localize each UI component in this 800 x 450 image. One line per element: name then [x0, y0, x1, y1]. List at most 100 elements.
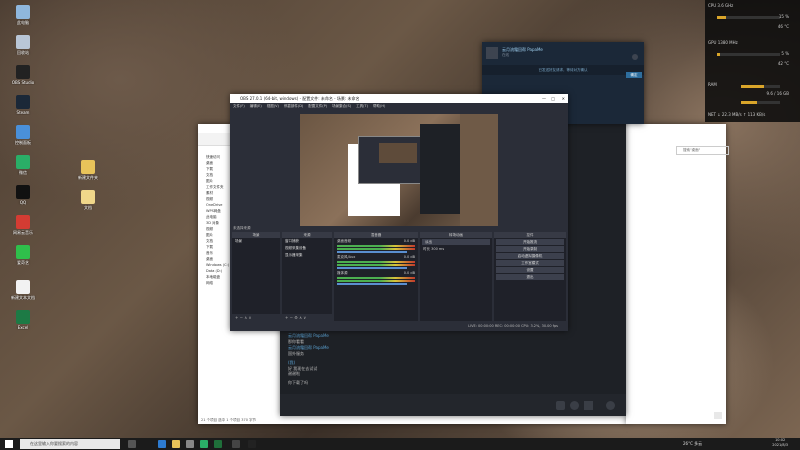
obs-control-button[interactable]: 开始录制 [496, 246, 564, 252]
desktop-icon[interactable]: Excel [10, 310, 36, 330]
settings-icon[interactable] [632, 54, 638, 60]
obs-control-button[interactable]: 启动虚拟摄像机 [496, 253, 564, 259]
obs-status-text: LIVE: 00:00:00 REC: 00:00:00 CPU: 3.2%, … [468, 324, 558, 328]
document-icon [16, 280, 30, 294]
obs-control-button[interactable]: 工作室模式 [496, 260, 564, 266]
mixer-channel[interactable]: 麦克风/Aux 0.0 dB [334, 254, 418, 270]
desktop-icon[interactable]: QQ [10, 185, 36, 205]
steam-notice: 已发送好友请求，等待对方确认 [538, 68, 588, 72]
desktop-icon-label: 微信 [19, 170, 27, 175]
duration-label: 时长 [423, 247, 430, 251]
volume-slider[interactable] [337, 283, 408, 285]
clock[interactable]: 10:02 2021/8/3 [772, 438, 788, 448]
obs-taskbar-icon[interactable] [232, 440, 240, 448]
task-view-icon[interactable] [128, 440, 136, 448]
scene-item[interactable]: 场景 [232, 238, 280, 245]
desktop-icon[interactable]: 网易云音乐 [10, 215, 36, 235]
send-icon[interactable] [606, 401, 615, 410]
desktop-icon[interactable]: 新建文件夹 [75, 160, 101, 180]
obs-titlebar[interactable]: OBS 27.0.1 (64-bit, windows) - 配置文件: 未命名… [230, 94, 568, 103]
audio-meter [337, 280, 415, 282]
control-panel-icon [16, 125, 30, 139]
controls-header: 控件 [494, 232, 566, 238]
desktop-icon[interactable]: 控制面板 [10, 125, 36, 145]
chat-message: 你下载了吗 [288, 380, 308, 386]
weather[interactable]: 26°C 多云 [683, 441, 702, 447]
explorer-right-panel[interactable]: 搜索"桌面" [626, 124, 729, 424]
attach-icon[interactable] [584, 401, 593, 410]
taskbar-search-input[interactable]: 在这里输入你要搜索的内容 [20, 439, 120, 449]
audio-meter [337, 261, 415, 263]
obs-menu-item[interactable]: 文件(F) [233, 104, 245, 108]
desktop-icon[interactable]: 此电脑 [10, 5, 36, 25]
mixer-channel[interactable]: 桌面音频 0.0 dB [334, 238, 418, 254]
emoji-icon[interactable] [556, 401, 565, 410]
obs-preview[interactable] [300, 114, 498, 226]
desktop-icon[interactable]: 文档 [75, 190, 101, 210]
volume-slider[interactable] [337, 251, 408, 253]
scenes-toolbar[interactable]: + − ∧ ∨ [232, 314, 280, 321]
preview-chat [420, 124, 460, 214]
file-icon [81, 190, 95, 204]
source-item[interactable]: 显示器采集 [282, 252, 332, 259]
desktop-icon[interactable]: OBS Studio [10, 65, 36, 85]
obs-menu-item[interactable]: 编辑(E) [250, 104, 262, 108]
desktop-icon[interactable]: Steam [10, 95, 36, 115]
obs-menu-item[interactable]: 帮助(H) [373, 104, 385, 108]
app-taskbar-icon[interactable] [248, 440, 256, 448]
chat-input-area[interactable] [280, 394, 626, 416]
file-explorer-icon[interactable] [172, 440, 180, 448]
desktop-icon[interactable]: 爱奇艺 [10, 245, 36, 265]
controls-dock[interactable]: 控件 开始推流 开始录制 启动虚拟摄像机 工作室模式 设置 退出 [494, 232, 566, 321]
obs-menu-item[interactable]: 场景集合(S) [332, 104, 351, 108]
obs-menu-item[interactable]: 配置文件(P) [308, 104, 327, 108]
transition-select[interactable]: 淡出 [422, 239, 490, 245]
obs-control-button[interactable]: 设置 [496, 267, 564, 273]
source-item[interactable]: 视频采集设备 [282, 245, 332, 252]
explorer-navigation-pane[interactable]: 快速访问 桌面 下载 文档 图片 工作文件夹 素材 视频 OneDrive WPS网盘 此电脑 3D … [198, 154, 231, 414]
obs-title: OBS 27.0.1 (64-bit, windows) - 配置文件: 未命名… [240, 96, 360, 101]
desktop-icon[interactable]: 微信 [10, 155, 36, 175]
desktop-icon-label: QQ [19, 200, 27, 205]
system-monitor: CPU 3.6 GHz 15 % 46 °C GPU 1380 MHz 5 % … [705, 0, 800, 122]
sources-dock[interactable]: 来源 窗口捕获 视频采集设备 显示器采集 + − ⚙ ∧ ∨ [282, 232, 332, 321]
volume-slider[interactable] [337, 267, 408, 269]
mixer-channel[interactable]: 媒体源 0.0 dB [334, 270, 418, 286]
obs-menu-item[interactable]: 停靠部件(D) [284, 104, 303, 108]
steam-confirm-button[interactable]: 确定 [626, 72, 642, 78]
desktop-icon-label: 文档 [84, 205, 92, 210]
wechat-taskbar-icon[interactable] [200, 440, 208, 448]
obs-menu-item[interactable]: 视图(V) [267, 104, 279, 108]
chat-text: 谢谢啦 [288, 371, 300, 376]
source-item[interactable]: 窗口捕获 [282, 238, 332, 245]
obs-control-button[interactable]: 退出 [496, 274, 564, 280]
obs-menubar[interactable]: 文件(F) 编辑(E) 视图(V) 停靠部件(D) 配置文件(P) 场景集合(S) 工具(T… [230, 103, 568, 110]
duration-input[interactable]: 300 ms [431, 247, 444, 251]
desktop-icon[interactable]: 回收站 [10, 35, 36, 55]
mixer-dock[interactable]: 混音器 桌面音频 0.0 dB 麦克风/Aux 0.0 dB 媒体源 0.0 dB [334, 232, 418, 321]
obs-control-button[interactable]: 开始推流 [496, 239, 564, 245]
cpu-label: CPU [708, 3, 717, 8]
scenes-dock[interactable]: 场景 场景 + − ∧ ∨ [232, 232, 280, 321]
sources-toolbar[interactable]: + − ⚙ ∧ ∨ [282, 314, 332, 321]
recycle-bin-icon [16, 35, 30, 49]
voice-icon[interactable] [570, 401, 579, 410]
chat-message: 云月流霜回帮 PapaMe 那你看看 [288, 333, 329, 345]
chat-text: 国外服务 [288, 351, 304, 356]
edge-icon[interactable] [158, 440, 166, 448]
view-toggle-icon[interactable] [714, 412, 722, 419]
obs-window[interactable]: OBS 27.0.1 (64-bit, windows) - 配置文件: 未命名… [230, 94, 568, 331]
minimize-icon[interactable]: — [542, 94, 546, 103]
transitions-dock[interactable]: 转场动画 淡出 时长 300 ms [420, 232, 492, 321]
excel-taskbar-icon[interactable] [214, 440, 222, 448]
store-icon[interactable] [186, 440, 194, 448]
maximize-icon[interactable]: □ [551, 94, 555, 103]
spreadsheet-icon [16, 310, 30, 324]
start-icon[interactable] [5, 440, 13, 448]
wechat-icon [16, 155, 30, 169]
explorer-search-input[interactable]: 搜索"桌面" [676, 146, 729, 155]
desktop-icon[interactable]: 新建文本文档 [10, 280, 36, 300]
close-icon[interactable]: ✕ [562, 94, 565, 103]
obs-menu-item[interactable]: 工具(T) [356, 104, 368, 108]
explorer-nav-item[interactable]: 网络 [198, 280, 231, 286]
